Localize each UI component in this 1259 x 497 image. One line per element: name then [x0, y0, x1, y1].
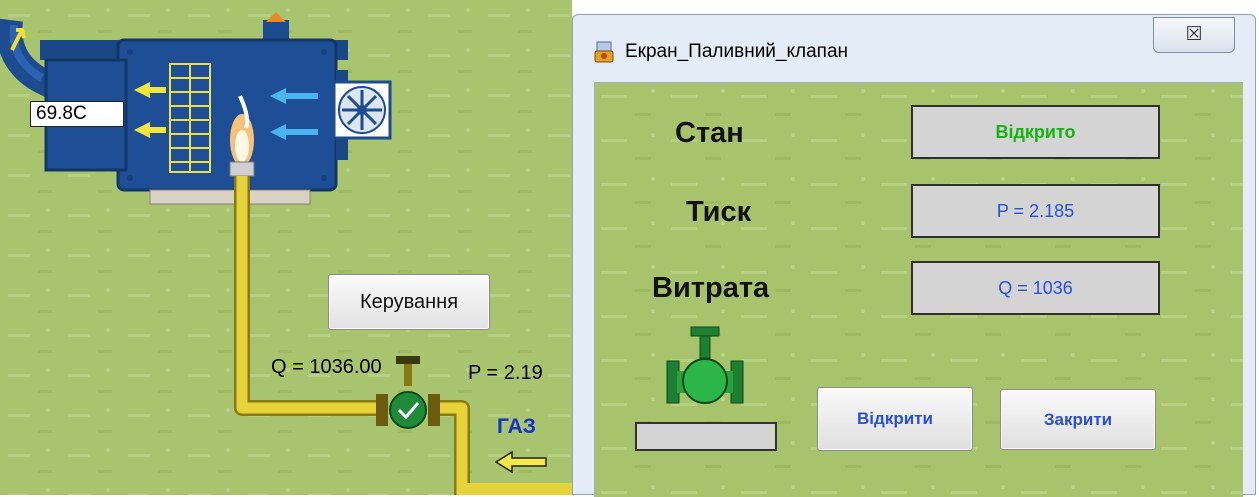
- gas-label: ГАЗ: [497, 415, 536, 438]
- flow-readout: Q = 1036.00: [271, 356, 382, 378]
- close-valve-button[interactable]: Закрити: [1000, 389, 1156, 450]
- panel-texture: [0, 0, 572, 495]
- flow-label: Витрата: [652, 272, 770, 304]
- pressure-readout: P = 2.19: [468, 362, 543, 384]
- temperature-readout: 69.8C: [30, 101, 124, 127]
- dialog-client-area: Стан Відкрито Тиск P = 2.185 Витрата Q =…: [594, 82, 1243, 497]
- state-value: Відкрито: [911, 105, 1160, 159]
- close-icon: ☒: [1185, 24, 1203, 45]
- close-button[interactable]: ☒: [1153, 17, 1235, 53]
- dialog-title: Екран_Паливний_клапан: [625, 41, 849, 62]
- scada-panel: 69.8C Керування Q = 1036.00 P = 2.19 ГАЗ: [0, 0, 572, 495]
- open-button[interactable]: Відкрити: [817, 387, 973, 451]
- dialog-titlebar[interactable]: Екран_Паливний_клапан ☒: [573, 15, 1255, 75]
- fan-icon: [332, 80, 392, 140]
- pressure-label: Тиск: [686, 196, 752, 228]
- flow-value: Q = 1036: [911, 261, 1160, 315]
- pressure-value: P = 2.185: [911, 184, 1160, 238]
- valve-status-bar: [635, 422, 777, 451]
- fuel-valve-dialog: Екран_Паливний_клапан ☒ Стан Відкрито Ти…: [572, 14, 1256, 497]
- valve-icon: [666, 326, 744, 404]
- state-label: Стан: [675, 117, 744, 149]
- window-app-icon: [594, 41, 614, 63]
- control-button[interactable]: Керування: [328, 274, 490, 330]
